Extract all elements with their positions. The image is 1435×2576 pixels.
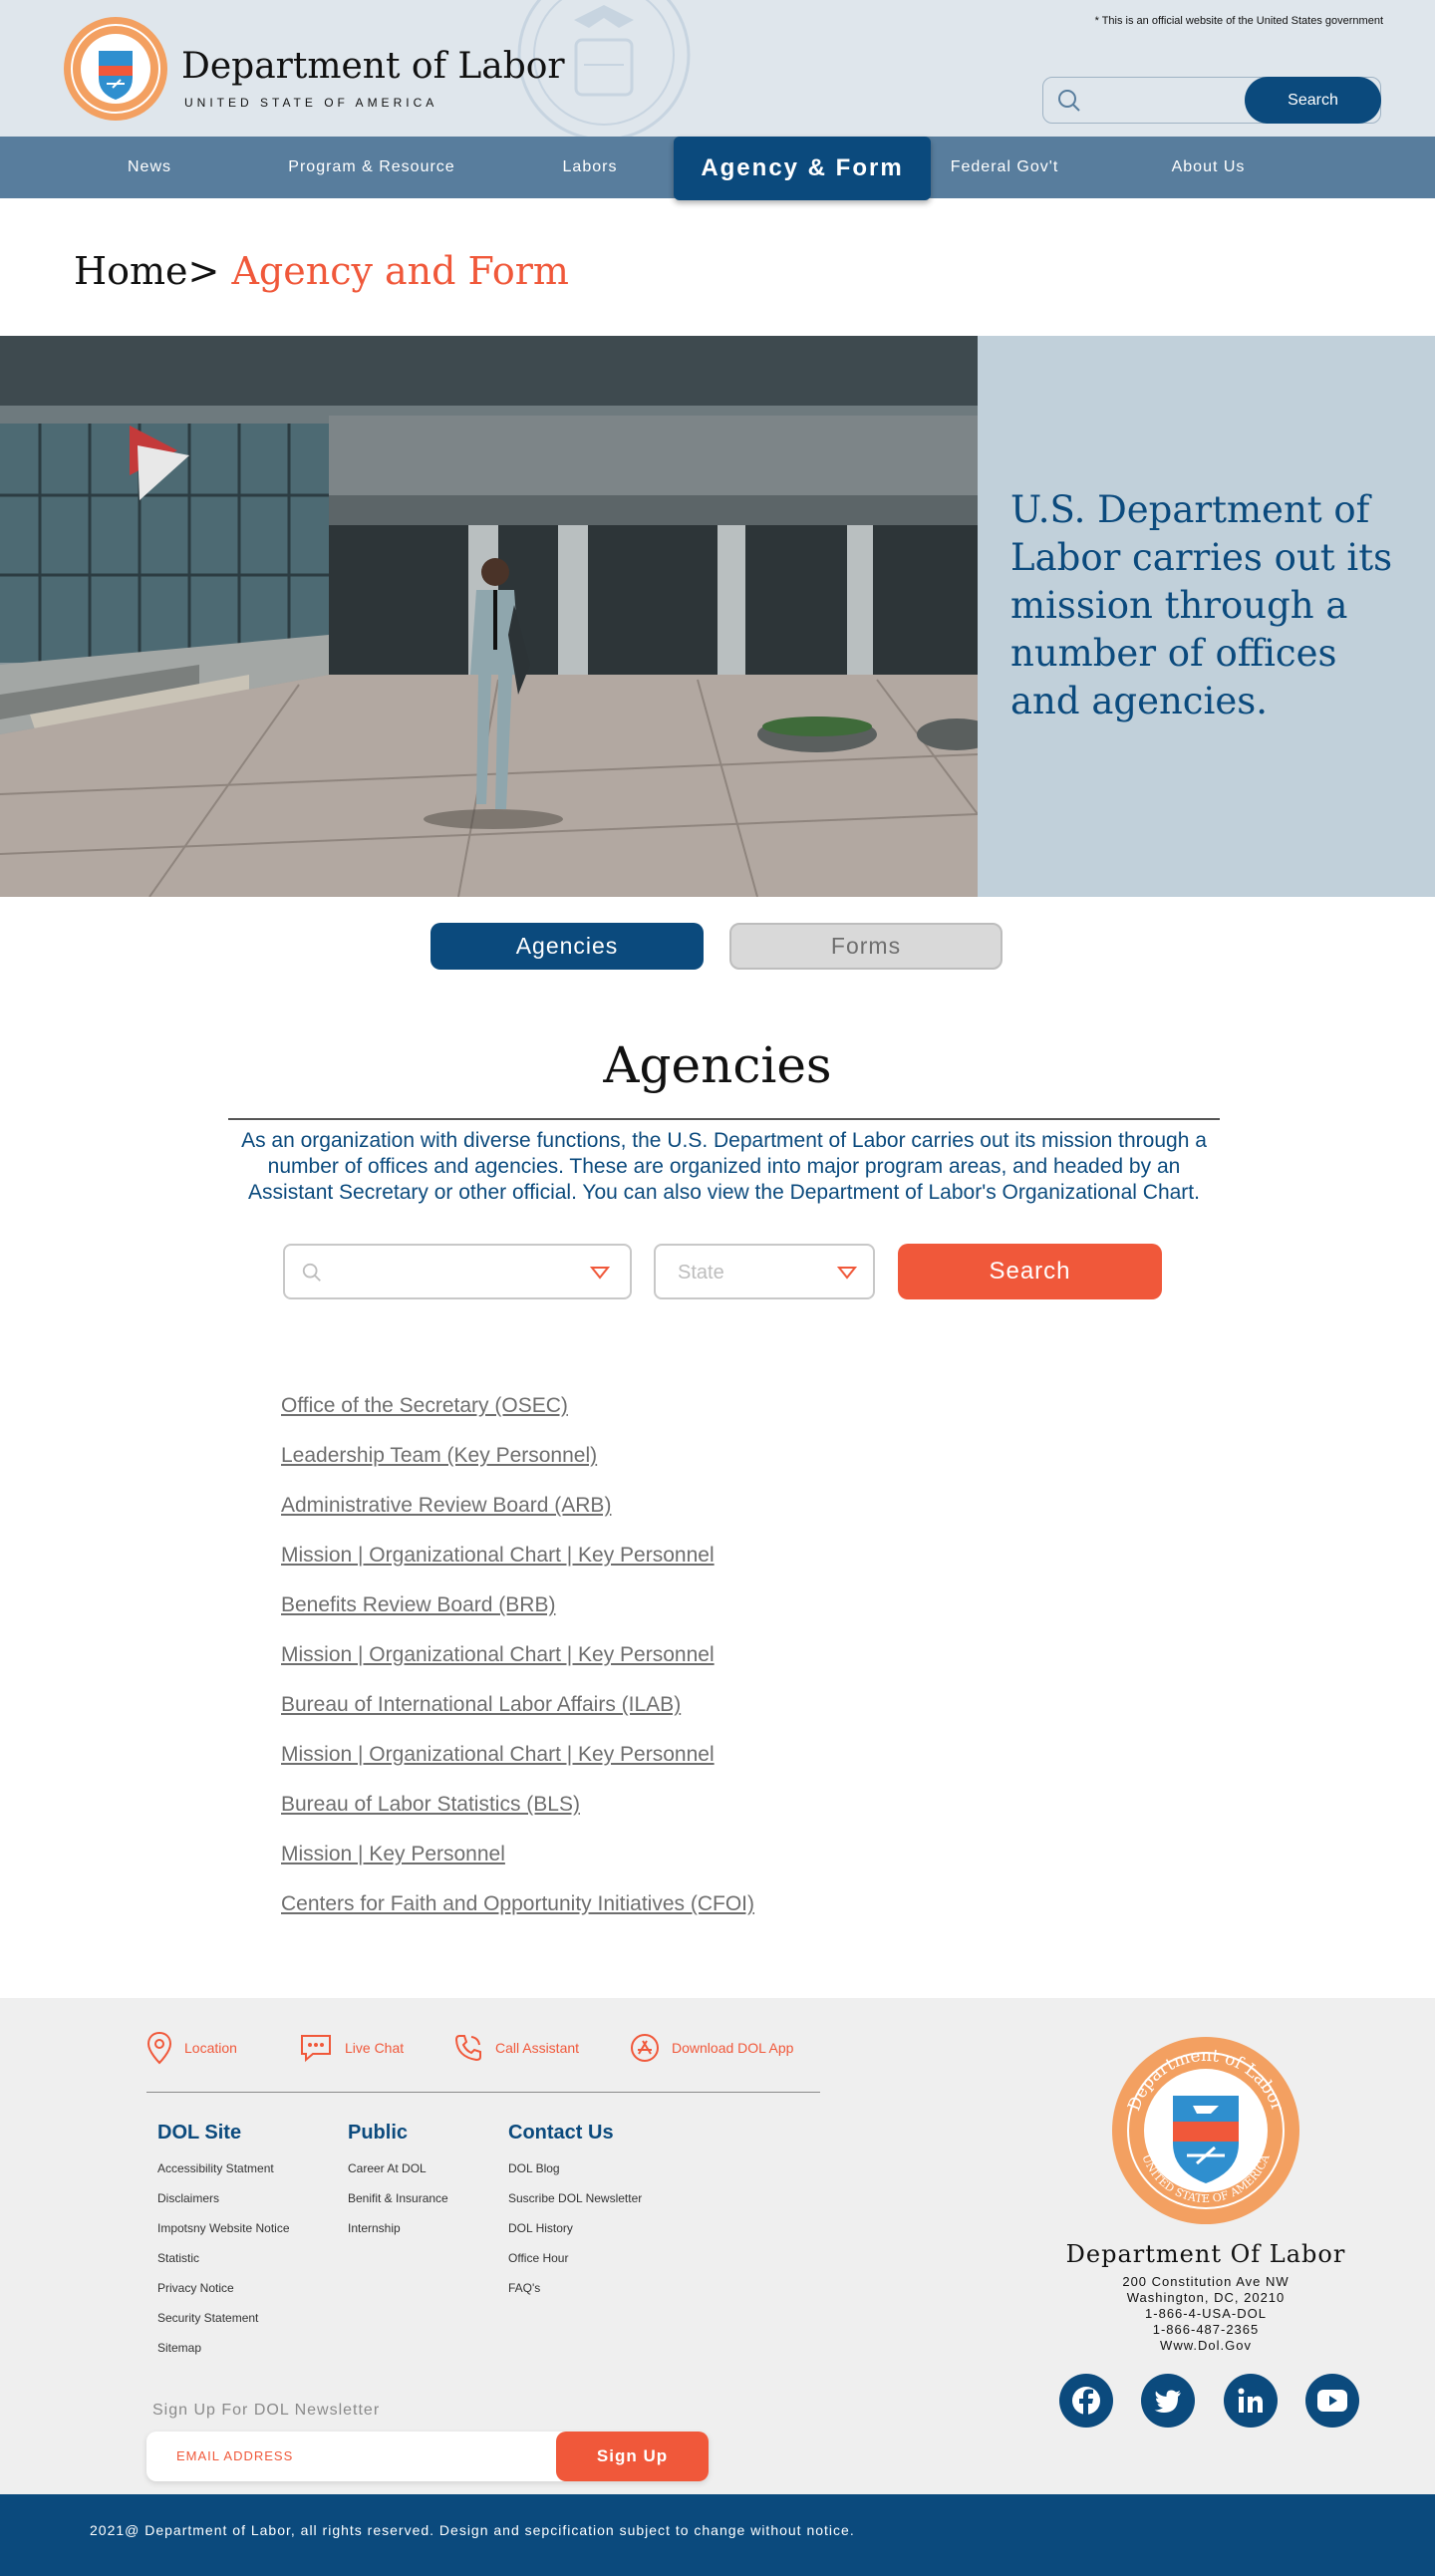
footer-location-link[interactable]: Location <box>146 2030 237 2066</box>
breadcrumb: Home> Agency and Form <box>74 249 569 293</box>
footer-link[interactable]: Security Statement <box>157 2311 258 2325</box>
agency-link[interactable]: Bureau of International Labor Affairs (I… <box>281 1693 681 1717</box>
footer-org-name: Department Of Labor <box>1065 2240 1346 2268</box>
footer-call-label: Call Assistant <box>495 2040 580 2056</box>
footer-link[interactable]: Impotsny Website Notice <box>157 2221 290 2235</box>
footer-call-link[interactable]: Call Assistant <box>453 2030 579 2066</box>
chat-bubble-icon <box>301 2035 331 2063</box>
hero-text: U.S. Department of Labor carries out its… <box>1010 488 1393 722</box>
agency-link[interactable]: Office of the Secretary (OSEC) <box>281 1394 568 1418</box>
nav-item-federal-gov[interactable]: Federal Gov't <box>935 137 1074 198</box>
nav-item-labors[interactable]: Labors <box>510 137 670 198</box>
newsletter-email-placeholder: EMAIL ADDRESS <box>176 2448 294 2463</box>
dol-seal-icon: Department of Labor UNITED STATE OF AMER… <box>1112 2037 1299 2224</box>
agency-link[interactable]: Benefits Review Board (BRB) <box>281 1593 555 1617</box>
agency-link[interactable]: Mission | Organizational Chart | Key Per… <box>281 1544 715 1568</box>
footer-link[interactable]: Sitemap <box>157 2341 201 2355</box>
footer-link[interactable]: Statistic <box>157 2251 199 2265</box>
phone-icon <box>454 2035 481 2062</box>
agency-search-button[interactable]: Search <box>898 1244 1162 1299</box>
footer-address-line: Washington, DC, 20210 <box>1126 2290 1286 2305</box>
footer-link[interactable]: Office Hour <box>508 2251 568 2265</box>
tab-agencies[interactable]: Agencies <box>430 923 704 970</box>
search-icon <box>1058 90 1080 112</box>
footer-live-chat-label: Live Chat <box>345 2040 405 2056</box>
agency-link[interactable]: Mission | Key Personnel <box>281 1843 505 1866</box>
brand-title[interactable]: Department of Labor <box>181 46 565 87</box>
section-description: As an organization with diverse function… <box>241 1129 1207 1204</box>
youtube-icon[interactable] <box>1305 2374 1359 2428</box>
footer-col-contact-heading: Contact Us <box>508 2122 614 2144</box>
footer-col-dol-site-heading: DOL Site <box>157 2122 242 2144</box>
hero-photo-illustration <box>0 336 978 897</box>
chevron-down-icon <box>837 1267 857 1280</box>
footer-phone-line: 1-866-487-2365 <box>1152 2322 1260 2337</box>
dol-seal-icon[interactable] <box>63 16 168 122</box>
breadcrumb-home[interactable]: Home> <box>74 249 219 293</box>
facebook-icon[interactable] <box>1059 2374 1113 2428</box>
footer-divider <box>146 2092 820 2093</box>
copyright-text: 2021@ Department of Labor, all rights re… <box>90 2522 855 2538</box>
official-notice: * This is an official website of the Uni… <box>1094 15 1383 27</box>
section-divider <box>228 1118 1220 1120</box>
hero-image <box>0 336 978 897</box>
twitter-icon[interactable] <box>1141 2374 1195 2428</box>
breadcrumb-current: Agency and Form <box>219 249 569 293</box>
brand-subtitle: UNITED STATE OF AMERICA <box>184 96 438 110</box>
agency-link[interactable]: Administrative Review Board (ARB) <box>281 1494 611 1518</box>
footer-link[interactable]: Suscribe DOL Newsletter <box>508 2191 642 2205</box>
agency-link[interactable]: Leadership Team (Key Personnel) <box>281 1444 597 1468</box>
footer-website-line[interactable]: Www.Dol.Gov <box>1046 2338 1365 2353</box>
footer-link[interactable]: Internship <box>348 2221 401 2235</box>
nav-item-about-us[interactable]: About Us <box>1126 137 1291 198</box>
footer-link[interactable]: Accessibility Statment <box>157 2161 274 2175</box>
footer-link[interactable]: DOL History <box>508 2221 573 2235</box>
footer-link[interactable]: Benifit & Insurance <box>348 2191 448 2205</box>
newsletter-label: Sign Up For DOL Newsletter <box>152 2402 381 2419</box>
footer-link[interactable]: FAQ's <box>508 2281 540 2295</box>
footer-link[interactable]: Disclaimers <box>157 2191 219 2205</box>
linkedin-icon[interactable] <box>1224 2374 1278 2428</box>
search-icon <box>302 1263 321 1282</box>
footer-col-public-heading: Public <box>348 2122 409 2144</box>
location-pin-icon <box>146 2031 172 2065</box>
nav-item-program-resource[interactable]: Program & Resource <box>262 137 481 198</box>
footer-phone-line: 1-866-4-USA-DOL <box>1145 2306 1267 2321</box>
agency-link[interactable]: Bureau of Labor Statistics (BLS) <box>281 1793 580 1817</box>
site-header: Department of Labor UNITED STATE OF AMER… <box>0 0 1435 137</box>
state-select-label: State <box>678 1262 724 1284</box>
chevron-down-icon[interactable] <box>590 1266 610 1280</box>
footer-download-app-label: Download DOL App <box>672 2040 794 2056</box>
agency-link[interactable]: Mission | Organizational Chart | Key Per… <box>281 1643 715 1667</box>
footer-location-label: Location <box>184 2040 237 2056</box>
footer-address-line: 200 Constitution Ave NW <box>1122 2274 1290 2289</box>
nav-item-agency-form[interactable]: Agency & Form <box>674 137 931 200</box>
footer-link[interactable]: Career At DOL <box>348 2161 427 2175</box>
state-select[interactable]: State <box>654 1244 875 1299</box>
agency-link[interactable]: Centers for Faith and Opportunity Initia… <box>281 1892 754 1916</box>
app-store-icon <box>631 2034 659 2062</box>
nav-item-news[interactable]: News <box>60 137 239 198</box>
footer-link[interactable]: Privacy Notice <box>157 2281 234 2295</box>
header-search-button[interactable]: Search <box>1245 77 1381 124</box>
footer-download-app-link[interactable]: Download DOL App <box>630 2030 793 2066</box>
footer-live-chat-link[interactable]: Live Chat <box>299 2030 404 2066</box>
agency-search-input[interactable] <box>283 1244 632 1299</box>
agency-link[interactable]: Mission | Organizational Chart | Key Per… <box>281 1743 715 1767</box>
newsletter-signup-button[interactable]: Sign Up <box>556 2432 709 2481</box>
tab-forms[interactable]: Forms <box>729 923 1003 970</box>
footer-link[interactable]: DOL Blog <box>508 2161 560 2175</box>
section-title: Agencies <box>603 1036 832 1094</box>
